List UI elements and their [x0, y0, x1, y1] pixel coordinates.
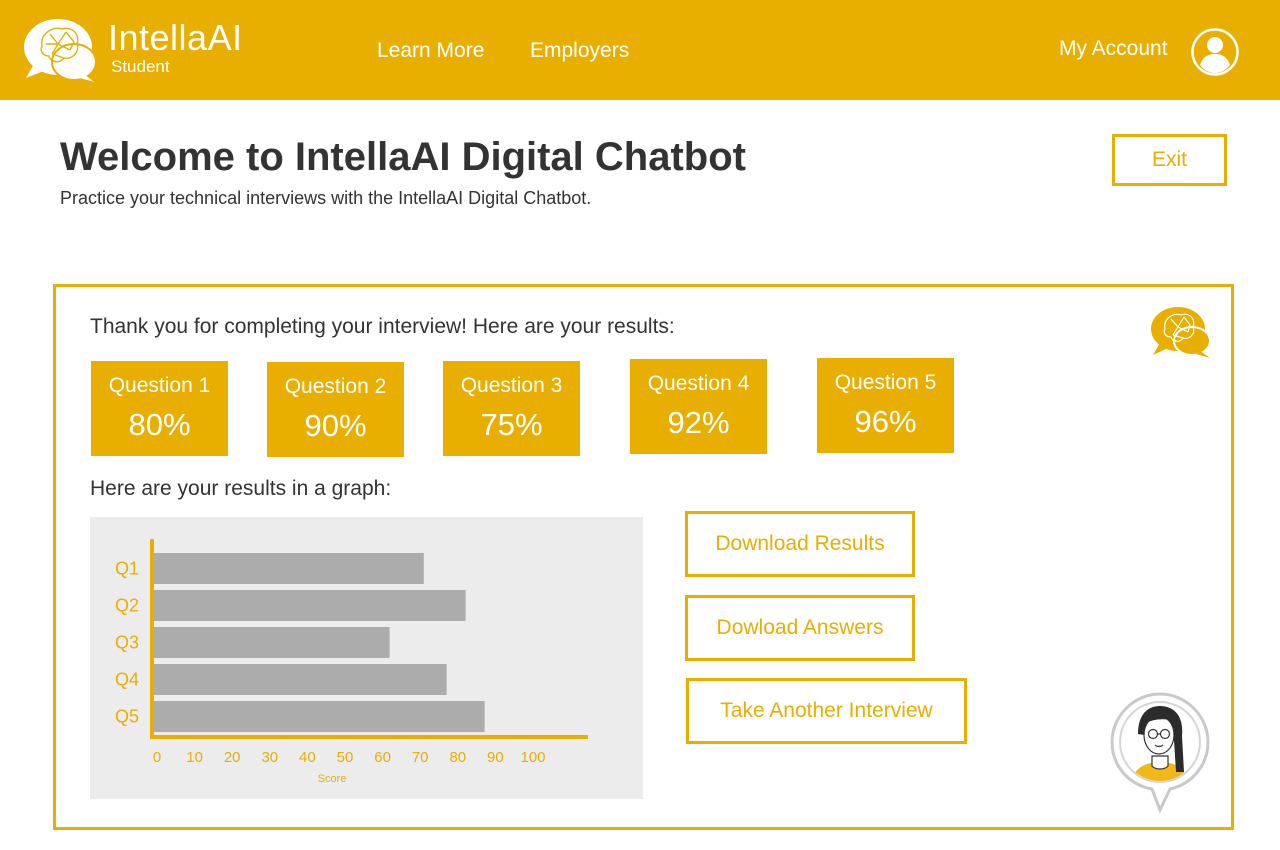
thank-you-message: Thank you for completing your interview!…	[90, 315, 675, 338]
results-bar-chart: Q1 Q2 Q3 Q4 Q5 0 10 20 30 40 50 60 70 80 90 100 Score	[90, 517, 643, 799]
chart-bar-q2	[154, 590, 466, 621]
question-score: 90%	[304, 408, 367, 443]
x-tick-label: 70	[412, 749, 429, 766]
question-title: Question 5	[834, 371, 937, 394]
question-title: Question 3	[460, 374, 563, 397]
x-tick-label: 50	[337, 749, 354, 766]
question-2-score-card: Question 2 90%	[267, 362, 404, 457]
exit-button[interactable]: Exit	[1112, 134, 1227, 186]
chart-bar-q3	[154, 627, 390, 658]
my-account-link[interactable]: My Account	[1059, 36, 1168, 62]
x-tick-label: 60	[374, 749, 391, 766]
page-subtitle: Practice your technical interviews with …	[60, 188, 592, 208]
x-tick-label: 40	[299, 749, 316, 766]
question-title: Question 2	[284, 375, 387, 398]
question-5-score-card: Question 5 96%	[817, 358, 954, 453]
x-tick-label: 80	[449, 749, 466, 766]
nav-employers-link[interactable]: Employers	[530, 38, 629, 64]
brain-chat-bubble-icon[interactable]	[22, 16, 98, 84]
x-tick-label: 20	[224, 749, 241, 766]
chart-bar-q5	[154, 701, 485, 732]
nav-learn-more-link[interactable]: Learn More	[377, 38, 484, 64]
question-score: 96%	[854, 404, 917, 439]
y-tick-label: Q4	[115, 670, 139, 690]
top-navigation-bar: IntellaAI Student Learn More Employers M…	[0, 0, 1280, 100]
take-another-interview-button[interactable]: Take Another Interview	[686, 678, 967, 744]
brand-subtitle: Student	[111, 57, 170, 76]
page-title: Welcome to IntellaAI Digital Chatbot	[60, 135, 746, 179]
download-results-button[interactable]: Download Results	[685, 511, 915, 577]
brain-chat-bubble-icon	[1151, 307, 1211, 358]
x-tick-label: 10	[186, 749, 203, 766]
y-tick-label: Q2	[115, 596, 139, 616]
assistant-avatar-icon[interactable]	[1108, 690, 1212, 814]
x-tick-label: 100	[520, 749, 545, 766]
question-score: 75%	[480, 407, 543, 442]
question-1-score-card: Question 1 80%	[91, 361, 228, 456]
y-tick-label: Q1	[115, 559, 139, 579]
y-tick-label: Q3	[115, 633, 139, 653]
chart-bar-q1	[154, 553, 424, 584]
graph-label: Here are your results in a graph:	[90, 477, 392, 500]
download-answers-button[interactable]: Dowload Answers	[685, 595, 915, 661]
question-4-score-card: Question 4 92%	[630, 359, 767, 454]
question-3-score-card: Question 3 75%	[443, 361, 580, 456]
user-avatar-icon[interactable]	[1191, 28, 1239, 76]
question-score: 80%	[128, 407, 191, 442]
results-bar-chart-svg: Q1 Q2 Q3 Q4 Q5 0 10 20 30 40 50 60 70 80 90 100 Score	[115, 539, 588, 785]
y-tick-label: Q5	[115, 707, 139, 727]
question-title: Question 4	[647, 372, 750, 395]
chart-bar-q4	[154, 664, 447, 695]
x-axis-label: Score	[318, 773, 347, 785]
question-score: 92%	[667, 405, 730, 440]
x-tick-label: 30	[261, 749, 278, 766]
brand-name: IntellaAI	[108, 17, 243, 58]
question-title: Question 1	[108, 374, 211, 397]
x-tick-label: 0	[153, 749, 161, 766]
x-tick-label: 90	[487, 749, 504, 766]
